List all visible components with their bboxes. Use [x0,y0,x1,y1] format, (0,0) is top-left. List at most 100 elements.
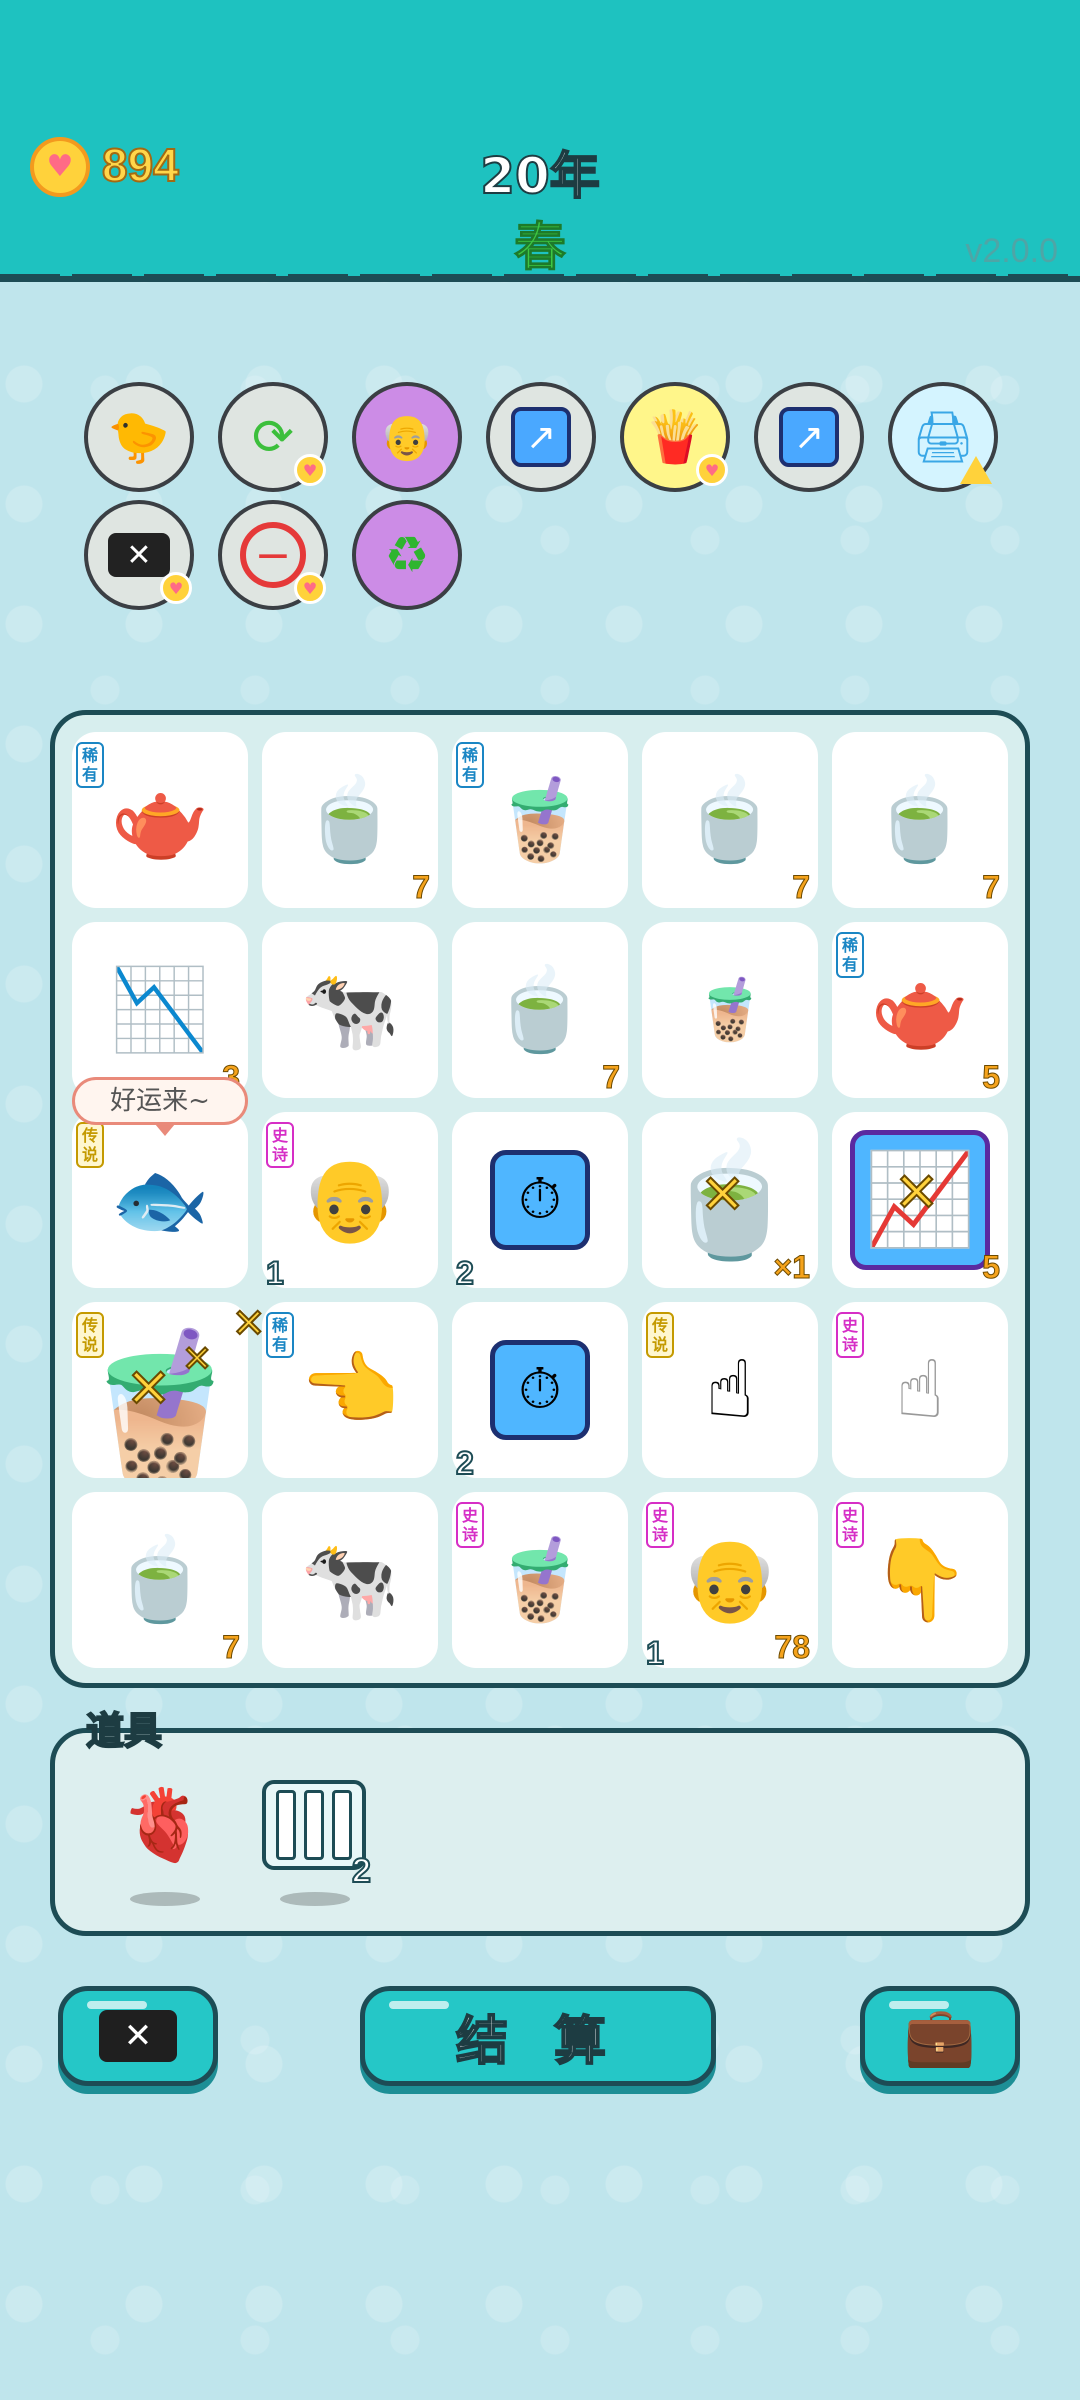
cow-icon: 🐄 [300,1533,400,1626]
rarity-tag: 传说 [76,1312,104,1358]
delete-card-button[interactable]: ✕ ♥ [84,500,194,610]
minus-button[interactable]: − ♥ [218,500,328,610]
button-shine [389,2001,449,2009]
card-stopwatch[interactable]: ⏱ 2 [452,1112,628,1292]
tea-bowl-icon: 🍵 [110,1533,210,1626]
tea-bowl-icon: 🍵 [870,773,970,866]
card-down-chart[interactable]: 📉 3 [72,922,248,1098]
stopwatch-icon: ⏱ [490,1150,590,1250]
card-up-chart[interactable]: 📈 ✕ 5 [832,1112,1008,1288]
card-count: ×1 [773,1249,810,1286]
chick-egg-icon: 🐤 [107,407,171,466]
down-chart-icon: 📉 [110,963,210,1056]
rarity-tag: 史诗 [266,1122,294,1168]
season-label: 春 [513,218,566,279]
card-big-milk-tea[interactable]: 传说 🧋 ✕ ✕ [72,1302,248,1478]
settle-button[interactable]: 结 算 [360,1986,716,2086]
milk-tea-cup-icon: 🧋 [490,773,590,866]
heart-badge-icon: ♥ [696,454,728,486]
card-tea-bowl[interactable]: 🍵 7 [642,732,818,908]
pointing-up-hand-icon: ☝ [705,1343,755,1436]
rarity-tag: 稀有 [266,1312,294,1358]
math-grandpa-button[interactable]: 👴 [352,382,462,492]
fries-button[interactable]: 🍟 ♥ [620,382,730,492]
delete-card-icon: ✕ [108,533,170,577]
milk-tea-cup-icon: 🧋 [490,1533,590,1626]
card-golden-hand[interactable]: 传说 ☝ [642,1302,818,1478]
card-grandpa[interactable]: 史诗 👴 1 [262,1112,438,1292]
chick-egg-button[interactable]: 🐤 [84,382,194,492]
rarity-tag: 传说 [646,1312,674,1358]
button-shine [87,2001,147,2009]
card-tea-bowl[interactable]: 🍵 7 [452,922,628,1098]
card-cow[interactable]: 🐄 [262,922,438,1098]
rarity-tag: 史诗 [836,1502,864,1548]
upgrade-card-button[interactable]: ↗ [486,382,596,492]
refresh-icon: ⟳ [252,408,294,466]
cross-mark-icon: ✕ [231,1301,266,1347]
bag-button[interactable]: 💼 [860,1986,1020,2086]
rarity-tag: 史诗 [646,1502,674,1548]
card-milk-tea-cup[interactable]: 稀有 🧋 [452,732,628,908]
math-grandpa-icon: 👴 [379,412,435,463]
rarity-tag: 稀有 [456,742,484,788]
button-shine [889,2001,949,2009]
heart-badge-icon: ♥ [160,572,192,604]
tea-bowl-icon: 🍵 [300,773,400,866]
card-count-left: 1 [645,1634,665,1672]
card-teapot[interactable]: 稀有 🫖 [72,732,248,908]
card-tea-bowl[interactable]: 🍵 7 [832,732,1008,908]
rarity-tag: 史诗 [836,1312,864,1358]
rarity-tag: 稀有 [76,742,104,788]
card-stopwatch[interactable]: ⏱ 2 [452,1302,628,1482]
pointing-down-hand-icon: 👇 [870,1533,970,1626]
speech-bubble: 好运来~ [72,1077,248,1136]
grandpa-face-icon: 👴 [300,1153,400,1246]
rarity-tag: 稀有 [836,932,864,978]
card-gray-hand[interactable]: 史诗 ☝ [832,1302,1008,1478]
header-divider [0,274,1080,276]
top-bar: ♥ 894 20年 春 v2.0.0 [0,0,1080,282]
prop-shadow [280,1892,350,1906]
card-teapot[interactable]: 稀有 🫖 5 [832,922,1008,1098]
glass-tubes-icon [262,1780,366,1870]
recycle-button[interactable]: ♻ [352,500,462,610]
delete-button[interactable]: ✕ [58,1986,218,2086]
card-big-tea-bowl[interactable]: 🍵 ✕ ×1 [642,1112,818,1288]
year-label: 20年 [479,146,601,206]
fries-icon: 🍟 [643,407,707,466]
props-title: 道具 [85,1708,163,1754]
card-grandpa[interactable]: 史诗 👴 1 78 [642,1492,818,1672]
card-count: 5 [982,1059,1001,1096]
card-pointing-hand-brown[interactable]: 稀有 👈 [262,1302,438,1478]
rarity-tag: 史诗 [456,1502,484,1548]
card-count: 7 [982,869,1001,906]
card-cow[interactable]: 🐄 [262,1492,438,1668]
card-count: 7 [792,869,811,906]
refresh-button[interactable]: ⟳ ♥ [218,382,328,492]
cross-mark-icon: ✕ [125,1357,172,1420]
card-tea-bowl[interactable]: 🍵 7 [262,732,438,908]
rarity-tag: 传说 [76,1122,104,1168]
card-tea-bowl[interactable]: 🍵 7 [72,1492,248,1668]
printer-button[interactable]: 🖨 [888,382,998,492]
card-milk-tea-cup[interactable]: 史诗 🧋 [452,1492,628,1668]
koi-fish-icon: 🐟 [110,1153,210,1246]
version-label: v2.0.0 [965,232,1058,270]
up-arrow-card-icon: ↗ [511,407,571,467]
card-gray-hand-down[interactable]: 史诗 👇 [832,1492,1008,1668]
card-small-milk-tea[interactable]: 🧋 [642,922,818,1098]
card-koi-fish[interactable]: 传说 🐟 [72,1112,248,1288]
cow-icon: 🐄 [300,963,400,1056]
upgrade-card-button-2[interactable]: ↗ [754,382,864,492]
warning-icon [960,456,992,484]
grandpa-face-icon: 👴 [680,1533,780,1626]
card-count: 2 [455,1444,475,1482]
card-count: 78 [774,1629,811,1666]
prop-shadow [130,1892,200,1906]
heart-badge-icon: ♥ [294,572,326,604]
heart-badge-icon: ♥ [294,454,326,486]
stopwatch-icon: ⏱ [490,1340,590,1440]
pointing-up-hand-icon: ☝ [895,1343,945,1436]
prop-liver[interactable]: 🫀 [104,1770,224,1880]
